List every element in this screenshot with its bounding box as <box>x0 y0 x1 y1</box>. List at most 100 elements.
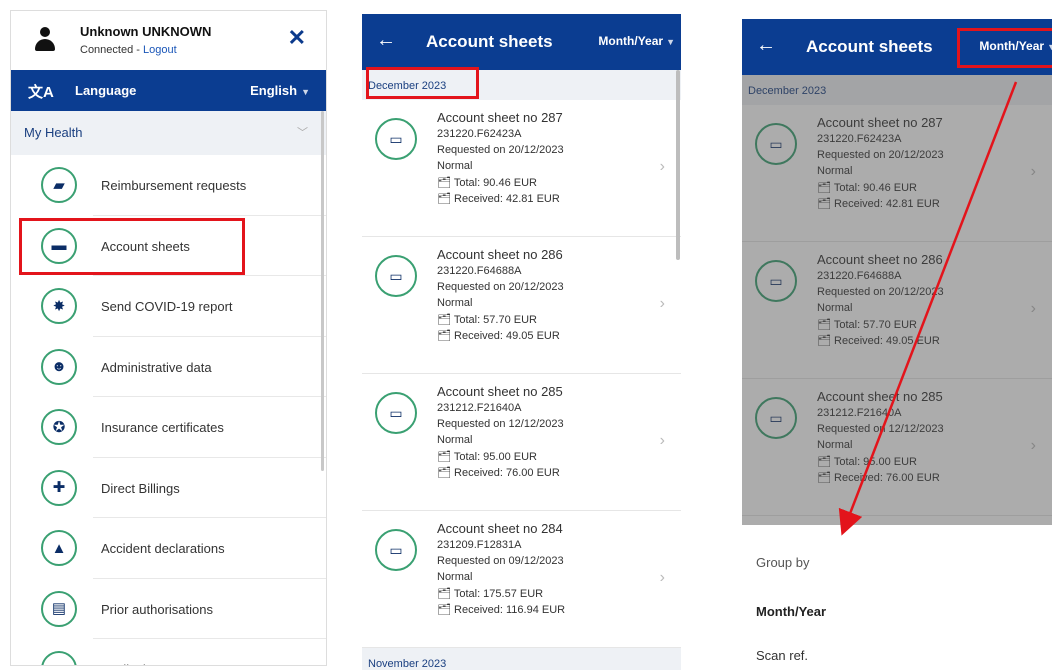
sheet-received-value: Received: 76.00 EUR <box>454 467 560 479</box>
highlight-account-sheets <box>19 218 245 275</box>
sheet-type: Normal <box>817 302 853 314</box>
section-my-health[interactable]: My Health ﹀ <box>11 111 326 155</box>
sheet-received-value: Received: 42.81 EUR <box>454 193 560 205</box>
wallet-icon: 🗂 <box>437 588 454 600</box>
wallet-icon: 🗂 <box>817 182 834 194</box>
sheet-received: 🗂 Received: 42.81 EUR <box>437 192 564 205</box>
icon-glyph: ☻ <box>51 358 67 375</box>
card-icon: ▭ <box>755 123 797 165</box>
menu-item[interactable]: ✚ Direct Billings <box>41 458 326 518</box>
sheet-requested: Requested on 09/12/2023 <box>437 555 564 567</box>
sheet-total: 🗂 Total: 175.57 EUR <box>437 587 565 600</box>
sheet-type: Normal <box>817 165 853 177</box>
menu-item[interactable]: ☻ Administrative data <box>41 337 326 397</box>
group-by-title: Group by <box>756 555 810 570</box>
menu-item[interactable]: ▲ Accident declarations <box>41 518 326 579</box>
wallet-icon: 🗂 <box>437 314 454 326</box>
sheet-title: Account sheet no 284 <box>437 521 563 536</box>
wallet-icon: 🗂 <box>817 472 835 484</box>
sheet-details: Account sheet no 286 231220.F64688A Reques… <box>437 247 564 345</box>
sheet-total: 🗂 Total: 57.70 EUR <box>437 313 564 326</box>
account-sheet-item[interactable]: ▭ Account sheet no 284 231209.F12831A Reque… <box>362 511 681 648</box>
close-icon[interactable]: ✕ <box>288 25 306 51</box>
logout-link[interactable]: Logout <box>143 44 177 56</box>
option-scan-ref[interactable]: Scan ref. <box>756 648 808 663</box>
section-label: My Health <box>24 125 83 140</box>
translate-icon: 文A <box>28 84 54 101</box>
menu-item-label: Prior authorisations <box>101 601 213 617</box>
card-icon: ▭ <box>755 260 797 302</box>
menu-item[interactable]: ✪ Insurance certificates <box>41 397 326 458</box>
sheet-total: 🗂 Total: 95.00 EUR <box>437 450 564 463</box>
back-arrow-icon[interactable]: ← <box>376 29 396 52</box>
card-icon: ▭ <box>375 392 417 434</box>
wallet-icon: ▰ <box>41 167 77 203</box>
icon-glyph: ✪ <box>52 418 66 436</box>
sheet-requested: Requested on 20/12/2023 <box>817 286 944 298</box>
sheet-requested: Requested on 12/12/2023 <box>437 418 564 430</box>
menu-item-label: Direct Billings <box>101 480 180 496</box>
sheet-details: Account sheet no 284 231209.F12831A Reques… <box>437 521 565 619</box>
wallet-icon: 🗂 <box>437 604 455 616</box>
chevron-right-icon: › <box>659 158 665 175</box>
sheet-received-value: Received: 49.05 EUR <box>834 335 940 347</box>
menu-item-label: Accident declarations <box>101 541 225 556</box>
sheet-type: Normal <box>437 160 473 172</box>
account-sheet-item[interactable]: ▭ Account sheet no 286 231220.F64688A Reque… <box>742 242 1052 379</box>
account-sheet-item[interactable]: ▭ Account sheet no 287 231220.F62423A Reque… <box>742 105 1052 242</box>
sheet-type: Normal <box>437 434 473 446</box>
sheet-ref: 231220.F64688A <box>437 265 522 277</box>
card-icon: ▭ <box>375 255 417 297</box>
card-icon: ▭ <box>755 397 797 439</box>
sheet-details: Account sheet no 286 231220.F64688A Reques… <box>817 252 944 350</box>
account-sheet-item[interactable]: ▭ Account sheet no 286 231220.F64688A Reque… <box>362 237 681 374</box>
chevron-down-icon: ﹀ <box>297 127 308 139</box>
account-sheet-item[interactable]: ▭ Account sheet no 285 231212.F21640A Reque… <box>742 379 1052 516</box>
sheet-title: Account sheet no 285 <box>817 389 943 404</box>
award-icon: ✪ <box>41 409 77 445</box>
highlight-month-year <box>957 28 1052 68</box>
language-row[interactable]: 文A Language English ▼ <box>11 70 326 111</box>
menu-item[interactable]: ▭ Medical ... <box>41 639 326 665</box>
menu-item-label: Send COVID-19 report <box>101 299 233 314</box>
sheet-type: Normal <box>817 439 853 451</box>
wallet-icon: 🗂 <box>817 456 834 468</box>
sheet-received: 🗂 Received: 49.05 EUR <box>437 329 564 342</box>
group-by-panel: ← Account sheets Month/Year ▼ December 20… <box>742 19 1052 670</box>
wallet-icon: 🗂 <box>437 330 455 342</box>
menu-item[interactable]: ✸ Send COVID-19 report <box>41 276 326 337</box>
sheet-type: Normal <box>437 571 473 583</box>
sheet-title: Account sheet no 287 <box>817 115 943 130</box>
account-sheet-item[interactable]: ▭ Account sheet no 285 231212.F21640A Reque… <box>362 374 681 511</box>
menu-item-label: Insurance certificates <box>101 420 224 435</box>
sheet-received-value: Received: 42.81 EUR <box>834 198 940 210</box>
sheet-total: 🗂 Total: 90.46 EUR <box>437 176 564 189</box>
language-select[interactable]: English ▼ <box>250 83 310 98</box>
sheet-total-value: Total: 57.70 EUR <box>833 319 917 331</box>
menu-item[interactable]: ▰ Reimbursement requests <box>41 155 326 216</box>
connection-status: Connected - Logout <box>80 44 177 56</box>
sheet-total-value: Total: 175.57 EUR <box>453 588 544 600</box>
sheet-total-value: Total: 90.46 EUR <box>453 177 537 189</box>
sheet-requested: Requested on 20/12/2023 <box>437 144 564 156</box>
icon-glyph: ✚ <box>52 479 66 496</box>
chevron-right-icon: › <box>659 295 665 312</box>
scrollbar[interactable] <box>321 111 324 471</box>
sheet-details: Account sheet no 285 231212.F21640A Reques… <box>817 389 944 487</box>
menu-item[interactable]: ▤ Prior authorisations <box>41 579 326 639</box>
month-header: December 2023 <box>742 75 1052 105</box>
sheet-total: 🗂 Total: 95.00 EUR <box>817 455 944 468</box>
sheet-title: Account sheet no 287 <box>437 110 563 125</box>
account-sheet-item[interactable]: ▭ Account sheet no 287 231220.F62423A Reque… <box>362 100 681 237</box>
group-by-dropdown[interactable]: Month/Year ▼ <box>598 34 675 48</box>
icon-glyph: ▭ <box>52 662 66 666</box>
sheet-total-value: Total: 90.46 EUR <box>833 182 917 194</box>
sheet-ref: 231220.F62423A <box>817 133 902 145</box>
sheet-total-value: Total: 95.00 EUR <box>453 451 537 463</box>
scrollbar[interactable] <box>676 70 680 260</box>
user-header: Unknown UNKNOWN Connected - Logout ✕ <box>11 11 326 70</box>
back-arrow-icon[interactable]: ← <box>756 34 776 57</box>
icon-glyph: ✸ <box>52 297 66 315</box>
chevron-right-icon: › <box>1030 300 1036 317</box>
option-month-year[interactable]: Month/Year <box>756 604 826 619</box>
